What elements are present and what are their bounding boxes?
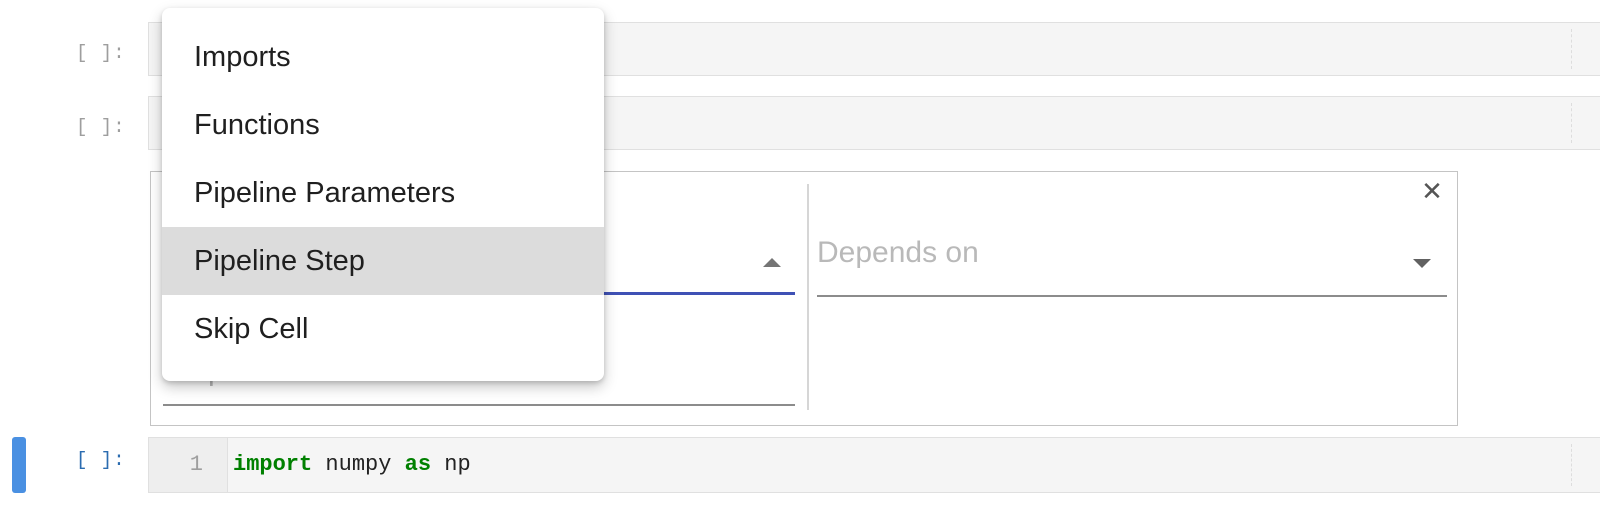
vertical-divider	[807, 184, 809, 410]
step-name-underline	[163, 404, 795, 406]
line-number: 1	[189, 452, 203, 477]
cell-prompt: [ ]:	[76, 449, 126, 471]
chevron-up-icon[interactable]	[763, 258, 781, 267]
code-editor[interactable]: 1 import numpy as np	[148, 437, 1600, 493]
alias-name: np	[431, 452, 471, 477]
module-name: numpy	[312, 452, 405, 477]
ruler-guide	[1571, 444, 1572, 486]
keyword-as: as	[404, 452, 432, 477]
cell-prompt: [ ]:	[76, 42, 126, 64]
menu-item-skip-cell[interactable]: Skip Cell	[162, 295, 604, 363]
menu-list: Imports Functions Pipeline Parameters Pi…	[162, 8, 604, 363]
cell-prompt: [ ]:	[76, 116, 126, 138]
chevron-down-icon[interactable]	[1413, 259, 1431, 268]
code-line[interactable]: import numpy as np	[233, 452, 471, 477]
menu-item-pipeline-step[interactable]: Pipeline Step	[162, 227, 604, 295]
close-icon[interactable]: ✕	[1419, 178, 1445, 204]
cell-type-dropdown-menu: Imports Functions Pipeline Parameters Pi…	[162, 8, 604, 381]
depends-on-select[interactable]: Depends on	[817, 236, 979, 270]
menu-item-imports[interactable]: Imports	[162, 23, 604, 91]
active-cell-indicator	[12, 437, 26, 493]
menu-item-functions[interactable]: Functions	[162, 91, 604, 159]
ruler-guide	[1571, 103, 1572, 143]
notebook-page: [ ]: [ ]: ✕ Depends on Step name [ ]: 1 …	[0, 0, 1600, 513]
ruler-guide	[1571, 29, 1572, 69]
keyword-import: import	[233, 452, 313, 477]
line-gutter: 1	[149, 438, 228, 492]
depends-on-underline	[817, 295, 1447, 297]
menu-item-pipeline-parameters[interactable]: Pipeline Parameters	[162, 159, 604, 227]
